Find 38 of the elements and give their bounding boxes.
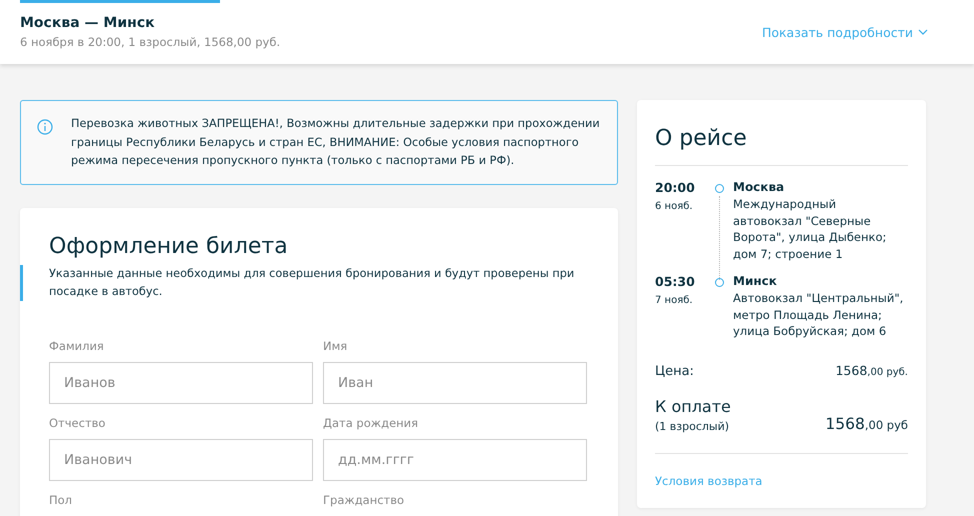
stop-city: Москва [733,180,786,194]
stop-time: 20:00 [655,180,696,195]
price-amount: 1568 [835,362,868,378]
stop-address: Автовокзал "Центральный", метро Площадь Ленина; улица Бобруйская; дом 6 [733,290,904,340]
refund-link[interactable]: Условия возврата [655,474,908,488]
total-label: К оплате [655,396,731,416]
notice-text: Перевозка животных ЗАПРЕЩЕНА!, Возможны длительные задержки при прохождении границы Республики Беларусь и стран ЕС, ВНИМАНИЕ: Особые условия паспортного режима пересечения пропускного пункта (только с паспортами РБ и РФ). [71,116,601,169]
stop-city: Минск [733,274,778,288]
input-field[interactable]: Иван [323,362,587,404]
input-field[interactable]: Иванович [49,439,313,481]
stop-time: 05:30 [655,274,696,289]
total-fraction: ,00 руб [864,418,908,432]
field-label: Имя [323,339,348,353]
field-label: Отчество [49,416,106,430]
trip-summary: 6 ноября в 20:00, 1 взрослый, 1568,00 руб. [20,35,280,49]
stop-date: 7 нояб. [655,295,694,306]
form-title: Оформление билета [49,234,289,259]
field-label: Гражданство [323,493,406,507]
stop-date: 6 нояб. [655,201,694,212]
input-field[interactable]: дд.мм.гггг [323,439,587,481]
stop-dot-icon [714,184,724,193]
price-fraction: ,00 руб. [867,366,908,378]
stop-address: Международный автовокзал "Северные Ворота", улица Дыбенко; дом 7; строение 1 [733,196,888,262]
chevron-down-icon [918,29,928,35]
field-label: Пол [49,493,74,507]
details-link[interactable]: Показать подробности [762,24,928,40]
total-note: (1 взрослый) [655,420,730,432]
field-label: Дата рождения [323,416,420,430]
price-label: Цена: [655,364,694,378]
trip-title: О рейсе [655,126,748,151]
accent-bar [20,265,23,301]
route-title: Москва — Минск [20,15,156,31]
input-field[interactable]: Иванов [49,362,313,404]
field-label: Фамилия [49,339,105,353]
total-amount: 1568 [825,414,865,432]
form-subtitle: Указанные данные необходимы для совершения бронирования и будут проверены при посадке в автобус. [49,266,576,300]
stop-dot-icon [714,278,724,287]
info-icon [37,119,53,135]
